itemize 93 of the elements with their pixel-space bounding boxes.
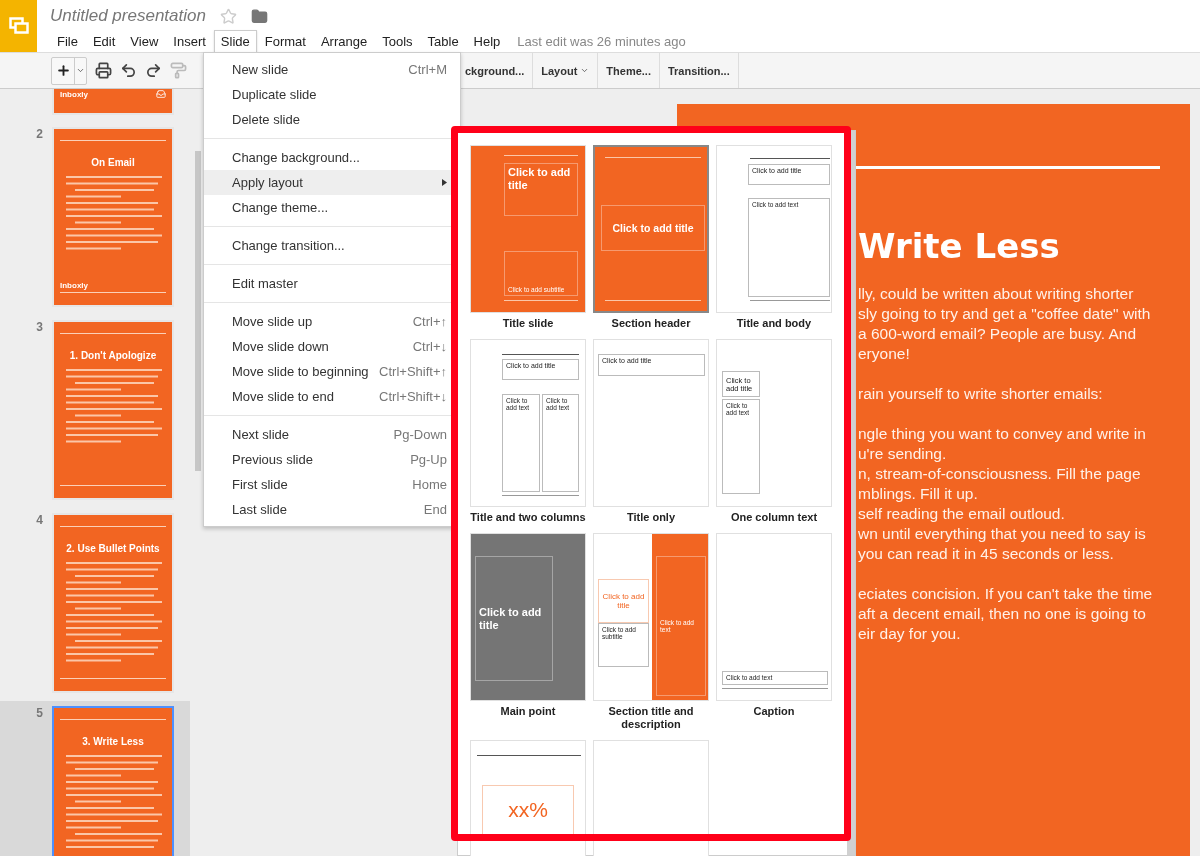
paragraph-line: rain yourself to write shorter emails: bbox=[858, 384, 1104, 404]
menu-option[interactable]: Duplicate slide bbox=[204, 82, 460, 107]
shortcut-label: Pg-Down bbox=[393, 427, 447, 442]
option-label: Previous slide bbox=[232, 452, 314, 467]
paragraph-line: n, stream-of-consciousness. Fill the page bbox=[858, 464, 1142, 484]
paragraph-line: lly, could be written about writing shorter bbox=[858, 284, 1135, 304]
paragraph-line: aft a decent email, then no one is going to bbox=[858, 604, 1147, 624]
layout-name: Title only bbox=[625, 511, 677, 524]
option-label: Change transition... bbox=[232, 238, 346, 253]
layout-name: One column text bbox=[729, 511, 819, 524]
paragraph-line: u're sending. bbox=[858, 444, 948, 464]
shortcut-label: Ctrl+↓ bbox=[412, 339, 447, 354]
option-label: Delete slide bbox=[232, 112, 301, 127]
menu-item[interactable]: Edit bbox=[85, 30, 123, 53]
option-label: Move slide to beginning bbox=[232, 364, 370, 379]
thumb-title: 2. Use Bullet Points bbox=[66, 543, 160, 554]
scrollbar-thumb[interactable] bbox=[195, 151, 201, 471]
layout-name: Title and two columns bbox=[470, 511, 586, 524]
layout-name: Section header bbox=[610, 317, 692, 330]
scrollbar[interactable] bbox=[847, 131, 855, 855]
shortcut-label: Ctrl+M bbox=[408, 62, 447, 77]
plus-icon bbox=[55, 63, 71, 78]
shortcut-label: End bbox=[423, 502, 447, 517]
layout-name: Main point bbox=[499, 705, 557, 718]
option-label: Move slide down bbox=[232, 339, 330, 354]
option-label: Move slide up bbox=[232, 314, 314, 329]
text-placeholder: Click to add title bbox=[504, 163, 578, 216]
last-edit-status[interactable]: Last edit was 26 minutes ago bbox=[517, 34, 686, 49]
paragraph-line: wn until everything that you need to say is bbox=[858, 524, 1147, 544]
option-label: Move slide to end bbox=[232, 389, 335, 404]
menu-item[interactable]: File bbox=[50, 30, 85, 53]
slide-number: 2 bbox=[35, 127, 44, 143]
option-label: Edit master bbox=[232, 276, 299, 291]
thumb-title: 3. Write Less bbox=[82, 736, 144, 747]
shortcut-label: Ctrl+Shift+↓ bbox=[379, 389, 447, 404]
menu-item[interactable]: View bbox=[123, 30, 166, 53]
thumb-footer: Inboxly bbox=[60, 89, 88, 99]
layout-name: Caption bbox=[752, 705, 796, 718]
option-label: New slide bbox=[232, 62, 290, 77]
option-label: Apply layout bbox=[232, 175, 304, 190]
text-placeholder: Click to add title bbox=[601, 205, 705, 251]
print-icon[interactable] bbox=[95, 62, 112, 79]
slide-number: 5 bbox=[35, 706, 44, 722]
toolbar-button[interactable]: Layout bbox=[533, 53, 599, 88]
paragraph-line: a 600-word email? People are busy. And bbox=[858, 324, 1138, 344]
thumb-title: 1. Don't Apologize bbox=[69, 350, 157, 361]
shortcut-label: Pg-Up bbox=[410, 452, 447, 467]
paragraph-line: you can read it in 45 seconds or less. bbox=[858, 544, 1115, 564]
menu-item[interactable]: Insert bbox=[166, 30, 213, 53]
menu-item[interactable]: Table bbox=[420, 30, 466, 53]
folder-icon[interactable] bbox=[250, 7, 268, 25]
toolbar-button[interactable]: Theme... bbox=[598, 53, 660, 88]
toolbar-button[interactable]: Transition... bbox=[659, 53, 739, 88]
new-slide-button[interactable] bbox=[51, 56, 87, 85]
layout-name: Title slide bbox=[501, 317, 555, 330]
option-label: Change background... bbox=[232, 150, 361, 165]
slide-number: 4 bbox=[35, 513, 44, 529]
paragraph-line: ngle thing you want to convey and write in bbox=[858, 424, 1147, 444]
text-placeholder: Click to add title bbox=[598, 579, 649, 623]
document-title[interactable]: Untitled presentation bbox=[50, 6, 206, 26]
menu-option[interactable]: New slide Ctrl+M bbox=[204, 57, 460, 82]
paragraph-line: eir day for you. bbox=[858, 624, 962, 644]
menu-item[interactable]: Arrange bbox=[313, 30, 375, 53]
menu-item[interactable]: Slide bbox=[213, 30, 257, 53]
redo-icon[interactable] bbox=[145, 62, 162, 79]
layout-name: Title and body bbox=[735, 317, 813, 330]
option-label: Duplicate slide bbox=[232, 87, 318, 102]
option-label: First slide bbox=[232, 477, 289, 492]
paragraph-line: eryone! bbox=[858, 344, 911, 364]
text-placeholder: Click to add title bbox=[475, 556, 553, 681]
paragraph-line: eciates concision. If you can't take the time bbox=[858, 584, 1154, 604]
menu-item[interactable]: Help bbox=[466, 30, 508, 53]
menu-item[interactable]: Format bbox=[257, 30, 313, 53]
star-icon[interactable] bbox=[219, 7, 237, 25]
undo-icon[interactable] bbox=[120, 62, 137, 79]
thumb-footer: Inboxly bbox=[60, 281, 88, 290]
menu-option[interactable]: Delete slide bbox=[204, 107, 460, 132]
option-label: Change theme... bbox=[232, 200, 330, 215]
layout-name: Section title and description bbox=[607, 705, 695, 731]
shortcut-label: Ctrl+↑ bbox=[412, 314, 447, 329]
paragraph-line: mblings. Fill it up. bbox=[858, 484, 979, 504]
option-label: Last slide bbox=[232, 502, 288, 517]
caret-icon bbox=[76, 66, 85, 75]
option-label: Next slide bbox=[232, 427, 291, 442]
slide-number: 3 bbox=[35, 320, 44, 336]
paragraph-line: self reading the email outloud. bbox=[858, 504, 1066, 524]
shortcut-label: Home bbox=[412, 477, 447, 492]
layout-thumbnail[interactable]: Click to add title bbox=[470, 533, 586, 701]
thumb-title: On Email bbox=[91, 157, 135, 168]
text-placeholder: xx% bbox=[482, 785, 574, 835]
paragraph-line: sly going to try and get a "coffee date" with bbox=[858, 304, 1152, 324]
shortcut-label: Ctrl+Shift+↑ bbox=[379, 364, 447, 379]
menu-item[interactable]: Tools bbox=[375, 30, 420, 53]
